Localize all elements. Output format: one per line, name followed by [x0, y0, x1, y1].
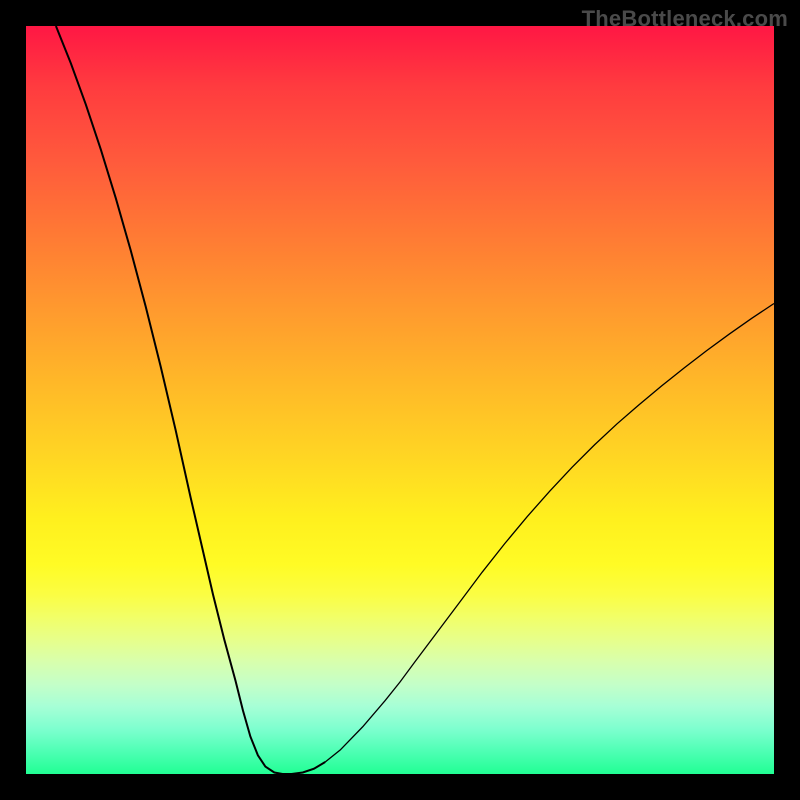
- watermark-text: TheBottleneck.com: [582, 6, 788, 32]
- marker-group: [181, 460, 399, 776]
- marker-dot: [389, 671, 399, 684]
- marker-dot: [334, 742, 346, 753]
- marker-dot: [229, 673, 233, 688]
- marker-dot: [323, 753, 336, 763]
- marker-dot: [358, 714, 368, 727]
- marker-dot: [376, 690, 385, 703]
- marker-dot: [315, 758, 328, 767]
- marker-dot: [382, 681, 391, 694]
- curve-right: [325, 304, 774, 763]
- chart-svg: [26, 26, 774, 774]
- chart-frame: [26, 26, 774, 774]
- curve-left: [56, 26, 325, 774]
- marker-dot: [364, 706, 373, 719]
- marker-dot: [342, 734, 353, 746]
